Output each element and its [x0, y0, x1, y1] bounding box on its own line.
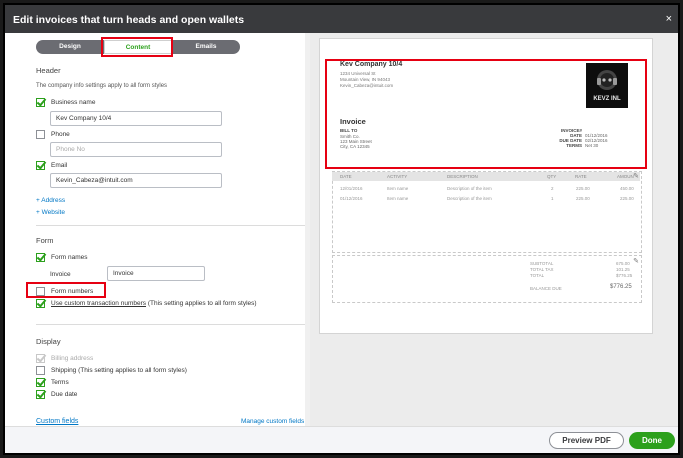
- preview-pane: Kev Company 10/4 1234 Universal St Mount…: [310, 33, 678, 427]
- billing-address-checkbox: [36, 354, 45, 363]
- preview-company-name: Kev Company 10/4: [340, 61, 403, 68]
- custom-transaction-numbers-note: (This setting applies to all form styles…: [147, 300, 257, 307]
- row-rate: 225.00: [576, 186, 590, 191]
- column-header-rate: RATE: [575, 174, 587, 179]
- edit-pencil-icon[interactable]: ✎: [632, 258, 640, 266]
- shipping-checkbox[interactable]: [36, 366, 45, 375]
- terms-label: Terms: [51, 379, 69, 386]
- display-section-title: Display: [36, 337, 61, 346]
- column-header-qty: QTY: [547, 174, 557, 179]
- shipping-label: Shipping (This setting applies to all fo…: [51, 367, 187, 374]
- preview-bill-to-label: BILL TO: [340, 128, 358, 133]
- row-qty: 2: [551, 186, 554, 191]
- email-checkbox[interactable]: [36, 161, 45, 170]
- phone-label: Phone: [51, 131, 70, 138]
- column-header-description: DESCRIPTION: [447, 174, 478, 179]
- logo-text: KEVZ INL: [593, 96, 621, 102]
- due-date-label: Due date: [51, 391, 78, 398]
- form-section-title: Form: [36, 236, 54, 245]
- phone-checkbox[interactable]: [36, 130, 45, 139]
- preview-address-line-1: 1234 Universal St: [340, 71, 376, 76]
- items-table-header: DATE ACTIVITY DESCRIPTION QTY RATE AMOUN: [332, 172, 640, 181]
- preview-email: Kevin_Cabeza@intuit.com: [340, 83, 394, 88]
- row-description: Description of the item: [447, 186, 492, 191]
- total-value: $776.25: [616, 273, 633, 278]
- custom-transaction-numbers-label: Use custom transaction numbers (This set…: [51, 300, 257, 307]
- tab-emails[interactable]: Emails: [172, 40, 240, 54]
- header-section-title: Header: [36, 66, 61, 75]
- edit-pencil-icon[interactable]: ✎: [632, 173, 640, 181]
- title-bar: Edit invoices that turn heads and open w…: [5, 5, 678, 33]
- tab-design[interactable]: Design: [36, 40, 104, 54]
- totals-zone[interactable]: [332, 255, 642, 303]
- preview-address-line-2: Mountain View, IN 94043: [340, 77, 390, 82]
- form-numbers-checkbox[interactable]: [36, 287, 45, 296]
- tab-content[interactable]: Content: [104, 40, 172, 54]
- settings-pane: Design Content Emails Header The company…: [10, 33, 310, 427]
- form-numbers-label: Form numbers: [51, 288, 94, 295]
- row-date: 01/12/2016: [340, 196, 363, 201]
- row-activity: Item name: [387, 186, 409, 191]
- total-label: TOTAL: [530, 273, 545, 278]
- business-name-label: Business name: [51, 99, 96, 106]
- add-address-link[interactable]: + Address: [36, 197, 65, 204]
- row-qty: 1: [551, 196, 554, 201]
- preview-bill-to-line-3: City, CA 12345: [340, 144, 370, 149]
- subtotal-value: 675.00: [616, 261, 630, 266]
- billing-address-label: Billing address: [51, 355, 94, 362]
- custom-transaction-numbers-checkbox[interactable]: [36, 299, 45, 308]
- divider: [36, 225, 306, 226]
- row-amount: 225.00: [620, 196, 634, 201]
- total-tax-value: 101.25: [616, 267, 630, 272]
- column-header-date: DATE: [340, 174, 352, 179]
- done-button[interactable]: Done: [629, 432, 675, 449]
- close-icon[interactable]: ×: [666, 13, 672, 25]
- tab-strip: Design Content Emails: [36, 40, 240, 54]
- preview-doc-title: Invoice: [340, 117, 366, 126]
- phone-input[interactable]: [50, 142, 222, 157]
- email-input[interactable]: [50, 173, 222, 188]
- preview-pdf-button[interactable]: Preview PDF: [549, 432, 624, 449]
- row-date: 12/01/2016: [340, 186, 363, 191]
- preview-terms-label: TERMS: [566, 143, 582, 148]
- balance-due-label: BALANCE DUE: [530, 286, 562, 291]
- header-note: The company info settings apply to all f…: [36, 83, 168, 89]
- total-tax-label: TOTAL TAX: [530, 267, 554, 272]
- add-website-link[interactable]: + Website: [36, 209, 65, 216]
- manage-custom-fields-link[interactable]: Manage custom fields: [241, 418, 304, 425]
- custom-transaction-numbers-text: Use custom transaction numbers: [51, 300, 147, 307]
- shipping-note: (This setting applies to all form styles…: [78, 367, 187, 374]
- form-names-checkbox[interactable]: [36, 253, 45, 262]
- row-activity: Item name: [387, 196, 409, 201]
- footer-bar: Preview PDF Done: [5, 426, 678, 453]
- company-logo: KEVZ INL: [586, 63, 628, 108]
- due-date-checkbox[interactable]: [36, 390, 45, 399]
- invoice-preview: Kev Company 10/4 1234 Universal St Mount…: [319, 38, 653, 334]
- business-name-input[interactable]: [50, 111, 222, 126]
- form-names-label: Form names: [51, 254, 88, 261]
- business-name-checkbox[interactable]: [36, 98, 45, 107]
- invoice-name-label: Invoice: [50, 271, 71, 278]
- invoice-editor-window: Edit invoices that turn heads and open w…: [3, 3, 680, 455]
- invoice-name-input[interactable]: [107, 266, 205, 281]
- row-rate: 225.00: [576, 196, 590, 201]
- subtotal-label: SUBTOTAL: [530, 261, 554, 266]
- column-header-activity: ACTIVITY: [387, 174, 408, 179]
- items-table-zone[interactable]: [332, 171, 642, 253]
- row-amount: 450.00: [620, 186, 634, 191]
- balance-due-value: $776.25: [610, 284, 632, 290]
- preview-terms-value: Net 30: [585, 143, 599, 148]
- terms-checkbox[interactable]: [36, 378, 45, 387]
- divider: [36, 324, 306, 325]
- custom-fields-link[interactable]: Custom fields: [36, 418, 78, 425]
- row-description: Description of the item: [447, 196, 492, 201]
- shipping-text: Shipping: [51, 367, 77, 374]
- email-label: Email: [51, 162, 68, 169]
- window-title: Edit invoices that turn heads and open w…: [13, 14, 245, 26]
